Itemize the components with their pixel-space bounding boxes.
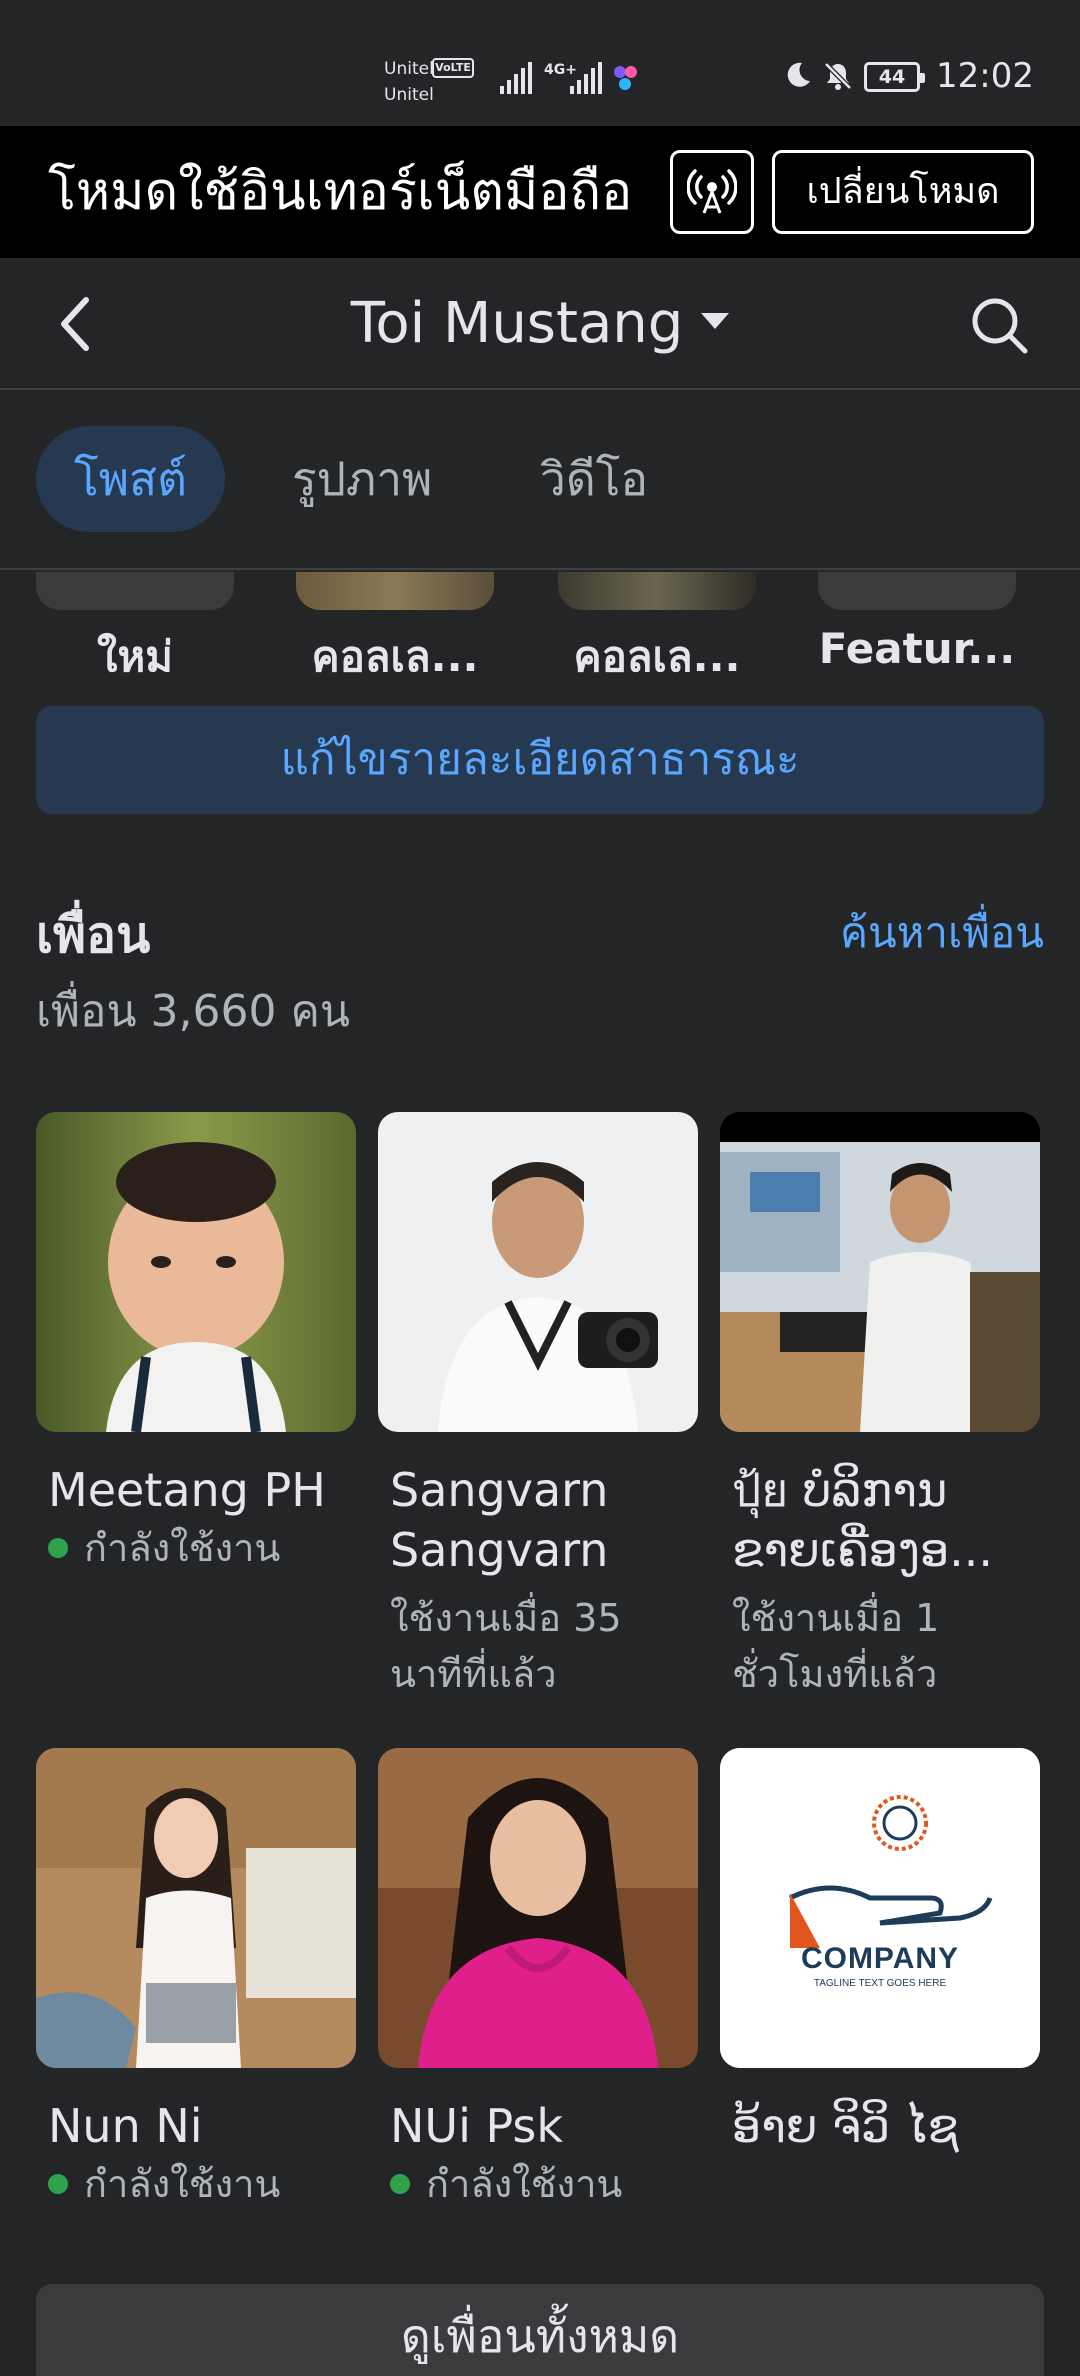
- friend-card[interactable]: Sangvarn Sangvarn ใช้งานเมื่อ 35 นาทีที่…: [378, 1112, 698, 1702]
- friend-card[interactable]: ปุ้ย ບໍລິການ ຂາຍເຄື່ອງອ... ใช้งานเมื่อ 1…: [720, 1112, 1040, 1702]
- friend-name[interactable]: Sangvarn Sangvarn: [378, 1460, 698, 1580]
- featured-label: คอลเล...: [573, 632, 741, 681]
- friend-status-text: กำลังใช้งาน: [426, 2162, 623, 2206]
- featured-thumb-featured[interactable]: [818, 572, 1016, 610]
- mobile-data-mode-banner: โหมดใช้อินเทอร์เน็ตมือถือ เปลี่ยนโหมด: [0, 126, 1080, 258]
- tab-photos[interactable]: รูปภาพ: [254, 426, 470, 532]
- office-worker-photo: [720, 1112, 1040, 1432]
- friend-name[interactable]: ອ້າຍ ຈິວິ ໄຊ: [720, 2096, 1040, 2156]
- friend-card[interactable]: Nun Ni กำลังใช้งาน: [36, 1748, 356, 2212]
- tab-posts[interactable]: โพสต์: [36, 426, 225, 532]
- friend-status-text: ใช้งานเมื่อ 1 ชั่วโมงที่แล้ว: [732, 1596, 940, 1696]
- profile-title: Toi Mustang: [350, 291, 684, 356]
- friend-name[interactable]: NUi Psk: [378, 2096, 698, 2156]
- see-all-friends-button[interactable]: ดูเพื่อนทั้งหมด: [36, 2284, 1044, 2376]
- caret-down-icon: [701, 312, 730, 329]
- friends-heading: เพื่อน: [36, 906, 151, 964]
- company-logo-word: COMPANY: [800, 1942, 960, 1975]
- featured-thumb-collection-1[interactable]: [296, 572, 494, 610]
- carrier-labels: Unitel Unitel: [384, 56, 434, 108]
- volte-badge: VoLTE: [432, 58, 474, 78]
- friend-status: กำลังใช้งาน: [36, 1520, 356, 1576]
- friend-status-text: กำลังใช้งาน: [84, 2162, 281, 2206]
- profile-name-dropdown[interactable]: Toi Mustang: [0, 288, 1080, 360]
- company-logo-photo: [720, 1748, 1040, 2068]
- featured-label: ใหม่: [97, 632, 173, 681]
- tab-videos[interactable]: วิดีโอ: [502, 426, 686, 532]
- broadcast-icon: [687, 169, 737, 214]
- broadcast-button[interactable]: [670, 150, 754, 234]
- featured-label: คอลเล...: [311, 632, 479, 681]
- friend-status: กำลังใช้งาน: [36, 2156, 356, 2212]
- profile-tabs: โพสต์ รูปภาพ วิดีโอ: [0, 390, 1080, 570]
- friend-photo[interactable]: [720, 1112, 1040, 1432]
- banner-text: โหมดใช้อินเทอร์เน็ตมือถือ: [48, 162, 633, 222]
- status-bar: Unitel Unitel VoLTE 4G+ 44 12:02: [0, 0, 1080, 126]
- featured-thumb-collection-2[interactable]: [558, 572, 756, 610]
- friend-photo[interactable]: [36, 1748, 356, 2068]
- signal-icon-2: [570, 60, 602, 94]
- featured-collections: ใหม่ คอลเล... คอลเล... Featur...: [0, 572, 1080, 682]
- battery-icon: 44: [864, 62, 925, 92]
- carrier-2: Unitel: [384, 85, 434, 105]
- friend-photo[interactable]: [36, 1112, 356, 1432]
- company-logo-tagline: TAGLINE TEXT GOES HERE: [813, 1978, 947, 1989]
- search-icon: [972, 298, 1028, 354]
- friend-card[interactable]: COMPANY TAGLINE TEXT GOES HERE ອ້າຍ ຈິວິ…: [720, 1748, 1040, 2156]
- friend-status-text: กำลังใช้งาน: [84, 1526, 281, 1570]
- friend-card[interactable]: Meetang PH กำลังใช้งาน: [36, 1112, 356, 1576]
- online-indicator: [48, 1538, 68, 1558]
- friend-status-text: ใช้งานเมื่อ 35 นาทีที่แล้ว: [390, 1596, 622, 1696]
- app-notification-icon: [614, 66, 637, 90]
- baby-photo: [36, 1112, 356, 1432]
- switch-mode-button[interactable]: เปลี่ยนโหมด: [772, 150, 1034, 234]
- friend-photo[interactable]: COMPANY TAGLINE TEXT GOES HERE: [720, 1748, 1040, 2068]
- online-indicator: [390, 2174, 410, 2194]
- edit-public-details-button[interactable]: แก้ไขรายละเอียดสาธารณะ: [36, 706, 1044, 814]
- friend-photo[interactable]: [378, 1748, 698, 2068]
- featured-label: Featur...: [818, 624, 1016, 673]
- clock: 12:02: [936, 56, 1034, 96]
- online-indicator: [48, 2174, 68, 2194]
- photographer-photo: [378, 1112, 698, 1432]
- carrier-1: Unitel: [384, 59, 434, 79]
- search-button[interactable]: [966, 292, 1032, 358]
- friend-status: กำลังใช้งาน: [378, 2156, 698, 2212]
- friend-name[interactable]: Nun Ni: [36, 2096, 356, 2156]
- friend-card[interactable]: NUi Psk กำลังใช้งาน: [378, 1748, 698, 2212]
- signal-icon: [500, 60, 532, 94]
- woman-pink-photo: [378, 1748, 698, 2068]
- do-not-disturb-icon: [787, 62, 810, 87]
- find-friends-link[interactable]: ค้นหาเพื่อน: [840, 900, 1044, 966]
- woman-selfie-photo: [36, 1748, 356, 2068]
- friend-name[interactable]: Meetang PH: [36, 1460, 356, 1520]
- muted-bell-icon: [824, 62, 852, 90]
- friend-photo[interactable]: [378, 1112, 698, 1432]
- top-navigation: Toi Mustang: [0, 258, 1080, 390]
- featured-thumb-new[interactable]: [36, 572, 234, 610]
- friend-name[interactable]: ปุ้ย ບໍລິການ ຂາຍເຄື່ອງອ...: [720, 1460, 1040, 1580]
- friends-count: เพื่อน 3,660 คน: [36, 986, 350, 1037]
